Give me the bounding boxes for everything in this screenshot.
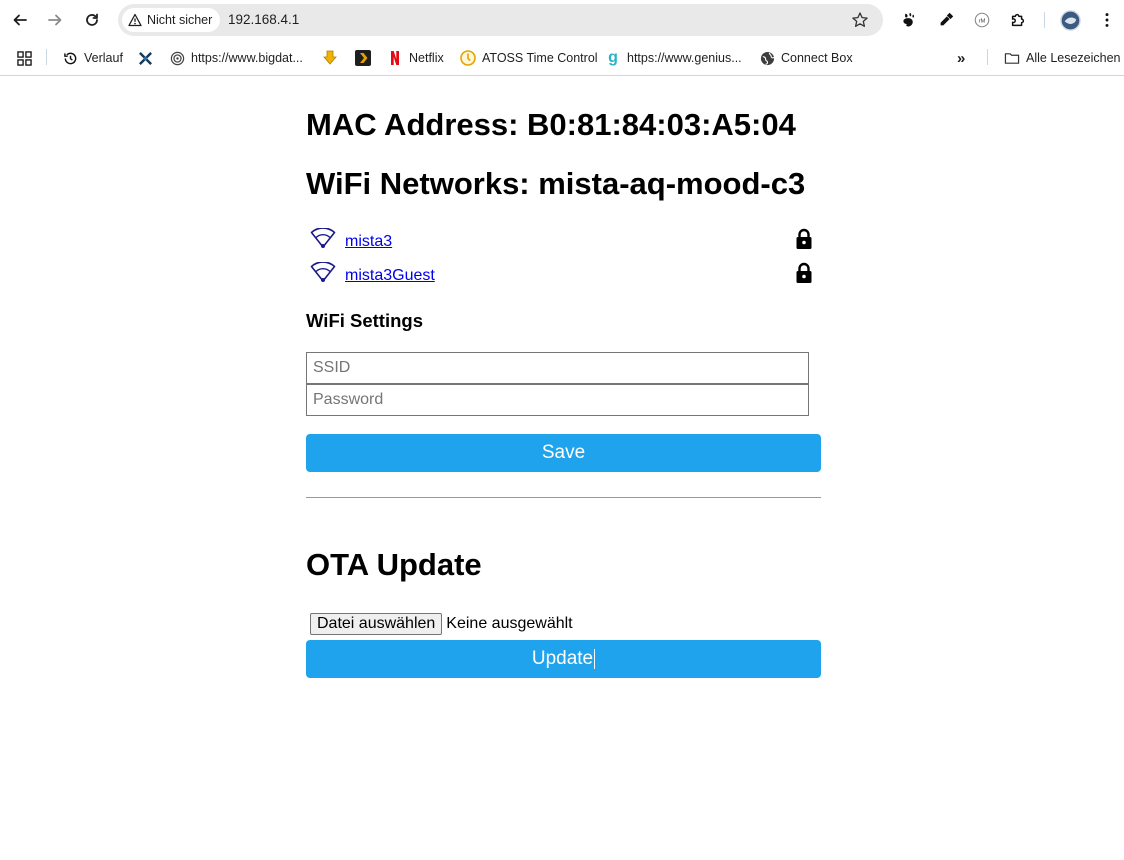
update-button[interactable]: Update xyxy=(306,640,821,678)
ota-update-heading: OTA Update xyxy=(306,547,482,582)
browser-toolbar: Nicht sicher 192.168.4.1 rM xyxy=(0,0,1124,40)
globe-icon xyxy=(759,50,775,66)
bookmark-verlauf[interactable]: Verlauf xyxy=(62,48,123,68)
wifi-networks-heading: WiFi Networks: mista-aq-mood-c3 xyxy=(306,166,806,201)
toolbar-separator xyxy=(1044,12,1045,28)
text-cursor xyxy=(594,648,596,669)
history-icon xyxy=(62,50,78,66)
globe-circle-icon xyxy=(169,50,185,66)
bookmark-label: Verlauf xyxy=(84,51,123,65)
url-text[interactable]: 192.168.4.1 xyxy=(228,12,299,27)
bookmark-atoss[interactable]: ATOSS Time Control xyxy=(460,48,598,68)
back-button[interactable] xyxy=(6,6,34,34)
profile-avatar[interactable] xyxy=(1058,8,1082,32)
address-bar[interactable]: Nicht sicher 192.168.4.1 xyxy=(118,4,883,36)
bookmark-netflix[interactable]: Netflix xyxy=(387,48,444,68)
bookmark-apps[interactable] xyxy=(16,48,32,68)
genius-icon: g xyxy=(608,49,618,66)
bookmark-connect-box[interactable]: Connect Box xyxy=(759,48,853,68)
bookmark-label: Connect Box xyxy=(781,51,853,65)
arrow-left-icon xyxy=(13,14,27,26)
bookmarks-bar: Verlauf https://www.bigdat... Netflix AT… xyxy=(0,40,1124,76)
save-button[interactable]: Save xyxy=(306,434,821,472)
security-indicator[interactable]: Nicht sicher xyxy=(122,8,221,32)
lock-icon xyxy=(796,228,812,249)
update-button-label: Update xyxy=(531,648,594,669)
bookmark-label: Netflix xyxy=(409,51,444,65)
network-item: mista3 xyxy=(306,228,821,258)
file-input: Datei auswählen Keine ausgewählt xyxy=(310,612,573,635)
netflix-icon xyxy=(387,50,403,66)
apps-grid-icon xyxy=(16,50,32,66)
bookmark-label: https://www.genius... xyxy=(627,51,742,65)
rm-extension-icon[interactable]: rM xyxy=(970,8,994,32)
reload-button[interactable] xyxy=(78,6,106,34)
bookmarks-separator xyxy=(987,49,988,65)
bookmarks-overflow-button[interactable]: » xyxy=(957,48,965,68)
color-picker-icon[interactable] xyxy=(934,8,958,32)
section-divider xyxy=(306,497,821,498)
forward-button[interactable] xyxy=(41,6,69,34)
password-input[interactable] xyxy=(306,384,809,416)
bookmark-plex[interactable] xyxy=(355,48,371,68)
ssid-input[interactable] xyxy=(306,352,809,384)
gnome-extension-icon[interactable] xyxy=(897,8,921,32)
bookmark-x[interactable] xyxy=(137,48,153,68)
network-item: mista3Guest xyxy=(306,262,821,292)
extensions-puzzle-icon[interactable] xyxy=(1006,8,1030,32)
arrow-right-icon xyxy=(48,14,62,26)
reload-icon xyxy=(86,13,98,26)
bookmark-star-icon[interactable] xyxy=(851,11,869,29)
bookmarks-separator xyxy=(46,49,47,65)
network-link[interactable]: mista3 xyxy=(345,233,392,251)
bookmark-genius[interactable]: g https://www.genius... xyxy=(605,48,742,68)
wifi-signal-icon xyxy=(310,228,336,248)
mac-address-heading: MAC Address: B0:81:84:03:A5:04 xyxy=(306,107,796,142)
plex-icon xyxy=(355,50,371,66)
wifi-signal-icon xyxy=(310,262,336,282)
file-status-text: Keine ausgewählt xyxy=(446,614,573,632)
download-arrow-icon xyxy=(322,50,338,66)
lock-icon xyxy=(796,262,812,283)
browser-menu-icon[interactable] xyxy=(1095,8,1119,32)
security-label: Nicht sicher xyxy=(147,13,213,27)
choose-file-button[interactable]: Datei auswählen xyxy=(310,612,443,635)
folder-icon xyxy=(1004,50,1020,66)
bookmark-label: https://www.bigdat... xyxy=(191,51,303,65)
chevron-double-right-icon: » xyxy=(957,49,966,67)
bookmark-download[interactable] xyxy=(322,48,338,68)
bookmark-bigdata[interactable]: https://www.bigdat... xyxy=(169,48,303,68)
x-logo-icon xyxy=(137,50,153,66)
network-link[interactable]: mista3Guest xyxy=(345,267,435,285)
bookmark-all-bookmarks[interactable]: Alle Lesezeichen xyxy=(1004,48,1121,68)
bookmark-label: ATOSS Time Control xyxy=(482,51,598,65)
warning-triangle-icon xyxy=(128,13,142,27)
bookmark-label: Alle Lesezeichen xyxy=(1026,51,1121,65)
wifi-settings-heading: WiFi Settings xyxy=(306,310,423,331)
svg-text:rM: rM xyxy=(979,19,986,25)
atoss-icon xyxy=(460,50,476,66)
